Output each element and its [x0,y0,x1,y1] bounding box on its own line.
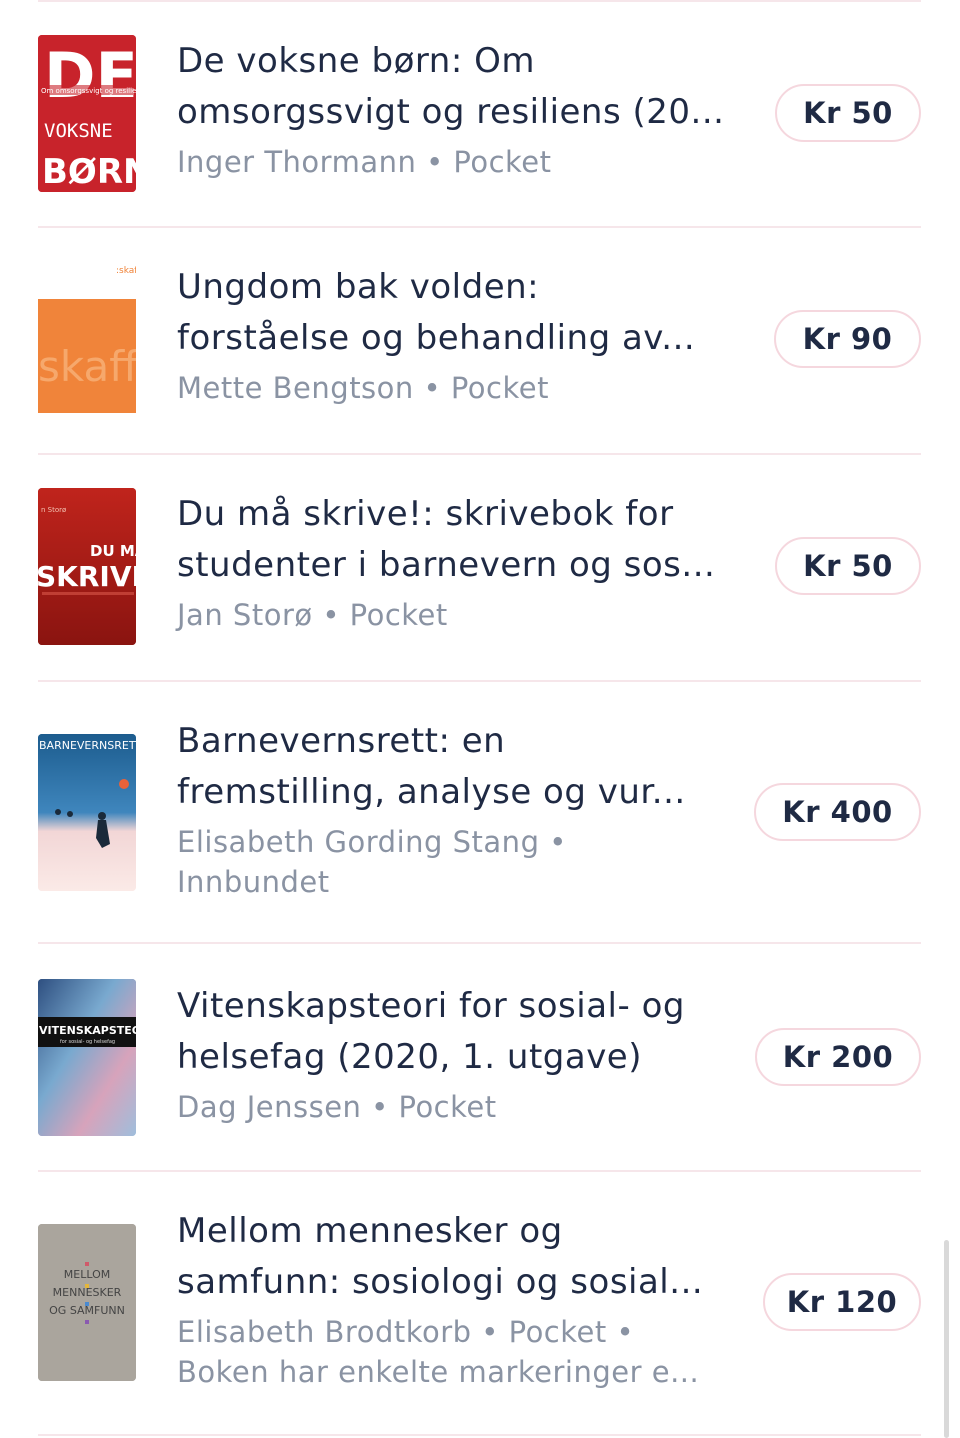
list-item[interactable]: VITENSKAPSTEORI for sosial- og helsefag … [38,944,921,1170]
list-item[interactable]: n Storø DU MÅ SKRIVE Du må skrive!: skri… [38,455,921,679]
book-meta: Inger Thormann • Pocket [177,145,552,179]
price-button[interactable]: Kr 120 [763,1273,921,1331]
list-item[interactable]: skaff :skaff Ungdom bak volden: forståel… [38,228,921,452]
book-info[interactable]: Vitenskapsteori for sosial- og helsefag … [177,981,737,1127]
svg-text:DU MÅ: DU MÅ [90,541,136,560]
book-cover-barnevernsrett[interactable]: BARNEVERNSRETT [38,734,136,891]
book-title-line: fremstilling, analyse og vur... [177,772,686,812]
book-title-line: Barnevernsrett: en [177,721,506,761]
book-info[interactable]: Mellom mennesker og samfunn: sosiologi o… [177,1206,737,1392]
svg-text:DE: DE [44,39,136,112]
svg-text:MELLOM: MELLOM [64,1268,110,1281]
price-button[interactable]: Kr 90 [774,310,921,368]
svg-text:Om omsorgssvigt og resiliens: Om omsorgssvigt og resiliens [41,87,136,95]
list-item[interactable]: DE Om omsorgssvigt og resiliens VOKSNE B… [38,2,921,226]
book-title-line: Mellom mennesker og [177,1211,563,1251]
svg-text::skaff: :skaff [116,266,136,276]
svg-text:BØRN: BØRN [42,152,136,192]
book-title-line: Du må skrive!: skrivebok for [177,494,674,534]
book-cover-mellom-mennesker[interactable]: MELLOM MENNESKER OG SAMFUNN [38,1224,136,1381]
book-title-line: samfunn: sosiologi og sosial... [177,1262,704,1302]
price-button[interactable]: Kr 400 [754,783,921,841]
book-title-line: omsorgssvigt og resiliens (20... [177,92,725,132]
book-meta: Elisabeth Brodtkorb • Pocket • [177,1315,635,1349]
book-meta: Elisabeth Gording Stang • [177,825,567,859]
svg-text:BARNEVERNSRETT: BARNEVERNSRETT [39,739,136,752]
book-meta: Jan Storø • Pocket [177,598,448,632]
book-meta: Innbundet [177,865,330,899]
price-button[interactable]: Kr 50 [775,84,921,142]
book-cover-du-ma-skrive[interactable]: n Storø DU MÅ SKRIVE [38,488,136,645]
svg-text:skaff: skaff [38,342,136,391]
book-cover-ungdom-bak-volden[interactable]: skaff :skaff [38,261,136,418]
svg-text:VITENSKAPSTEORI: VITENSKAPSTEORI [39,1024,136,1037]
book-title-line: Ungdom bak volden: [177,267,540,307]
book-meta: Dag Jenssen • Pocket [177,1090,497,1124]
book-info[interactable]: De voksne børn: Om omsorgssvigt og resil… [177,36,737,182]
book-title-line: Vitenskapsteori for sosial- og [177,986,685,1026]
book-title-line: helsefag (2020, 1. utgave) [177,1037,642,1077]
book-title-line: De voksne børn: Om [177,41,535,81]
book-title-line: studenter i barnevern og sos... [177,545,716,585]
book-meta: Mette Bengtson • Pocket [177,371,549,405]
list-item[interactable]: MELLOM MENNESKER OG SAMFUNN Mellom menne… [38,1172,921,1434]
book-cover-vitenskapsteori[interactable]: VITENSKAPSTEORI for sosial- og helsefag [38,979,136,1136]
scrollbar[interactable] [944,1240,949,1438]
svg-text:SKRIVE: SKRIVE [38,560,136,593]
price-button[interactable]: Kr 200 [755,1028,921,1086]
book-meta: Boken har enkelte markeringer e... [177,1355,700,1389]
book-cover-de-voksne-born[interactable]: DE Om omsorgssvigt og resiliens VOKSNE B… [38,35,136,192]
list-item[interactable]: BARNEVERNSRETT Barnevernsrett: en fremst… [38,682,921,942]
book-title-line: forståelse og behandling av... [177,318,696,358]
divider [38,1434,921,1436]
book-info[interactable]: Ungdom bak volden: forståelse og behandl… [177,262,737,408]
svg-text:VOKSNE: VOKSNE [44,120,113,142]
book-info[interactable]: Barnevernsrett: en fremstilling, analyse… [177,716,737,902]
svg-text:for sosial- og helsefag: for sosial- og helsefag [60,1039,115,1045]
book-info[interactable]: Du må skrive!: skrivebok for studenter i… [177,489,737,635]
price-button[interactable]: Kr 50 [775,537,921,595]
svg-text:n Storø: n Storø [41,506,67,514]
